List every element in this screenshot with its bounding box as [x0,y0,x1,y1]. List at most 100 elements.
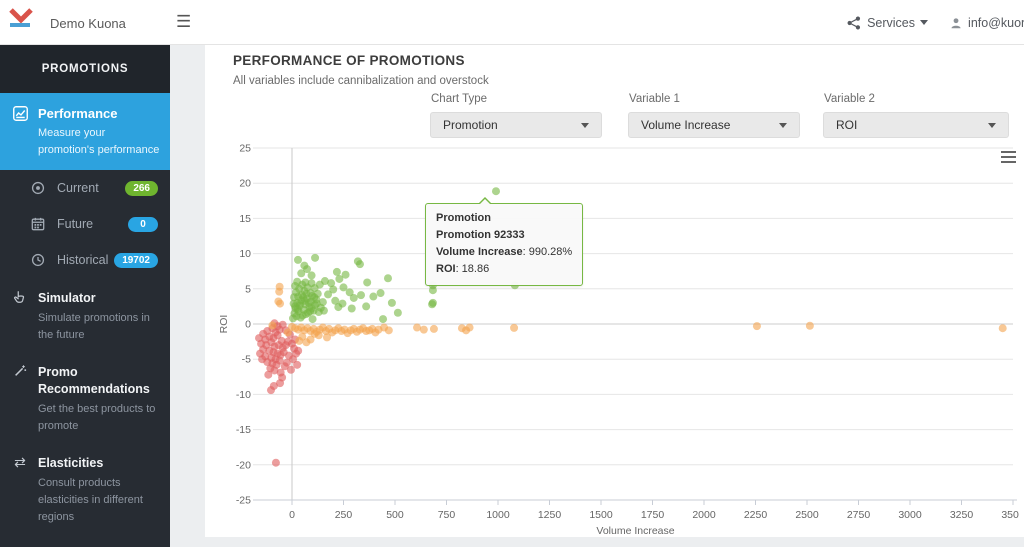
data-point-positive[interactable] [429,286,437,294]
page-subtitle: All variables include cannibalization an… [233,75,489,87]
data-point-positive[interactable] [356,260,364,268]
data-point-negative[interactable] [264,371,272,379]
data-point-positive[interactable] [362,302,370,310]
tooltip-series: Promotion [436,210,572,227]
sidebar-item-performance[interactable]: Performance Measure your promotion's per… [0,93,170,170]
data-point-negative[interactable] [293,361,301,369]
point-tooltip: Promotion Promotion 92333 Volume Increas… [425,203,583,286]
data-point-positive[interactable] [348,305,356,313]
chart-context-menu-icon[interactable] [998,147,1020,167]
data-point-positive[interactable] [333,268,341,276]
sidebar-item-label: Simulator [38,290,158,306]
data-point-positive[interactable] [379,315,387,323]
data-point-neutral[interactable] [311,330,319,338]
x-tick-label: 1750 [641,509,665,521]
data-point-positive[interactable] [320,307,328,315]
y-tick-label: -10 [236,389,251,401]
data-point-neutral[interactable] [806,322,814,330]
data-point-negative[interactable] [256,350,264,358]
x-tick-label: 2250 [744,509,768,521]
y-tick-label: -15 [236,424,251,436]
data-point-positive[interactable] [309,315,317,323]
data-point-negative[interactable] [294,347,302,355]
data-point-negative[interactable] [255,334,263,342]
data-point-positive[interactable] [294,256,302,264]
data-point-positive[interactable] [324,290,332,298]
data-point-negative[interactable] [272,459,280,467]
variable2-select[interactable]: ROI [823,112,1009,138]
scatter-chart[interactable]: -25-20-15-10-505101520250250500750100012… [213,140,1019,540]
clock-icon [30,253,46,267]
data-point-positive[interactable] [293,312,301,320]
sidebar-item-simulator[interactable]: Simulator Simulate promotions in the fut… [0,278,170,352]
data-point-positive[interactable] [492,187,500,195]
x-tick-label: 1500 [589,509,613,521]
sidebar-item-elasticities[interactable]: ⇄ Elasticities Consult products elastici… [0,443,170,534]
sidebar-item-current[interactable]: Current 266 [0,170,170,206]
data-point-neutral[interactable] [284,328,292,336]
data-point-positive[interactable] [377,289,385,297]
data-point-positive[interactable] [334,303,342,311]
data-point-positive[interactable] [308,279,316,287]
y-tick-label: 10 [239,248,251,260]
data-point-neutral[interactable] [302,338,310,346]
y-tick-label: -5 [242,354,251,366]
data-point-neutral[interactable] [430,325,438,333]
page-title: PERFORMANCE OF PROMOTIONS [233,53,465,68]
data-point-neutral[interactable] [999,324,1007,332]
chart-canvas[interactable]: -25-20-15-10-505101520250250500750100012… [213,140,1019,540]
data-point-positive[interactable] [296,300,304,308]
target-icon [30,181,46,195]
data-point-positive[interactable] [363,278,371,286]
kuona-logo-icon [8,7,34,31]
data-point-positive[interactable] [394,309,402,317]
data-point-neutral[interactable] [385,326,393,334]
sidebar-item-label: Elasticities [38,455,158,471]
data-point-positive[interactable] [297,269,305,277]
x-tick-label: 3500 [1001,509,1019,521]
sidebar-item-promo-recommendations[interactable]: Promo Recommendations Get the best produ… [0,352,170,443]
data-point-neutral[interactable] [323,333,331,341]
data-point-positive[interactable] [294,293,302,301]
user-menu[interactable]: info@kuon [950,16,1024,30]
data-point-positive[interactable] [300,262,308,270]
data-point-neutral[interactable] [466,324,474,332]
data-point-positive[interactable] [388,299,396,307]
variable1-select[interactable]: Volume Increase [628,112,800,138]
data-point-positive[interactable] [350,294,358,302]
brand[interactable]: Demo Kuona [8,7,34,31]
data-point-positive[interactable] [428,300,436,308]
sidebar-item-clusters[interactable]: Clusters [0,538,170,547]
sidebar-item-future[interactable]: Future 0 [0,206,170,242]
data-point-neutral[interactable] [510,324,518,332]
data-point-positive[interactable] [310,293,318,301]
data-point-positive[interactable] [308,271,316,279]
user-email: info@kuon [968,16,1024,30]
data-point-positive[interactable] [311,254,319,262]
data-point-neutral[interactable] [276,300,284,308]
performance-chart-icon [12,106,28,121]
chart-type-select[interactable]: Promotion [430,112,602,138]
data-point-negative[interactable] [270,382,278,390]
data-point-neutral[interactable] [420,326,428,334]
data-point-positive[interactable] [302,290,310,298]
data-point-positive[interactable] [357,291,365,299]
data-point-neutral[interactable] [413,324,421,332]
y-tick-label: -20 [236,459,251,471]
data-point-positive[interactable] [369,293,377,301]
data-point-positive[interactable] [384,274,392,282]
data-point-neutral[interactable] [275,288,283,296]
x-tick-label: 3250 [950,509,974,521]
data-point-neutral[interactable] [753,322,761,330]
services-menu[interactable]: Services [847,16,928,30]
data-point-negative[interactable] [278,374,286,382]
data-point-positive[interactable] [306,307,314,315]
data-point-positive[interactable] [293,278,301,286]
sidebar-item-historical[interactable]: Historical 19702 [0,242,170,278]
data-point-neutral[interactable] [268,321,276,329]
x-tick-label: 3000 [898,509,922,521]
data-point-neutral[interactable] [295,337,303,345]
hamburger-icon[interactable]: ☰ [176,11,191,33]
sidebar-item-subtitle: Simulate promotions in the future [38,310,164,344]
data-point-positive[interactable] [342,271,350,279]
